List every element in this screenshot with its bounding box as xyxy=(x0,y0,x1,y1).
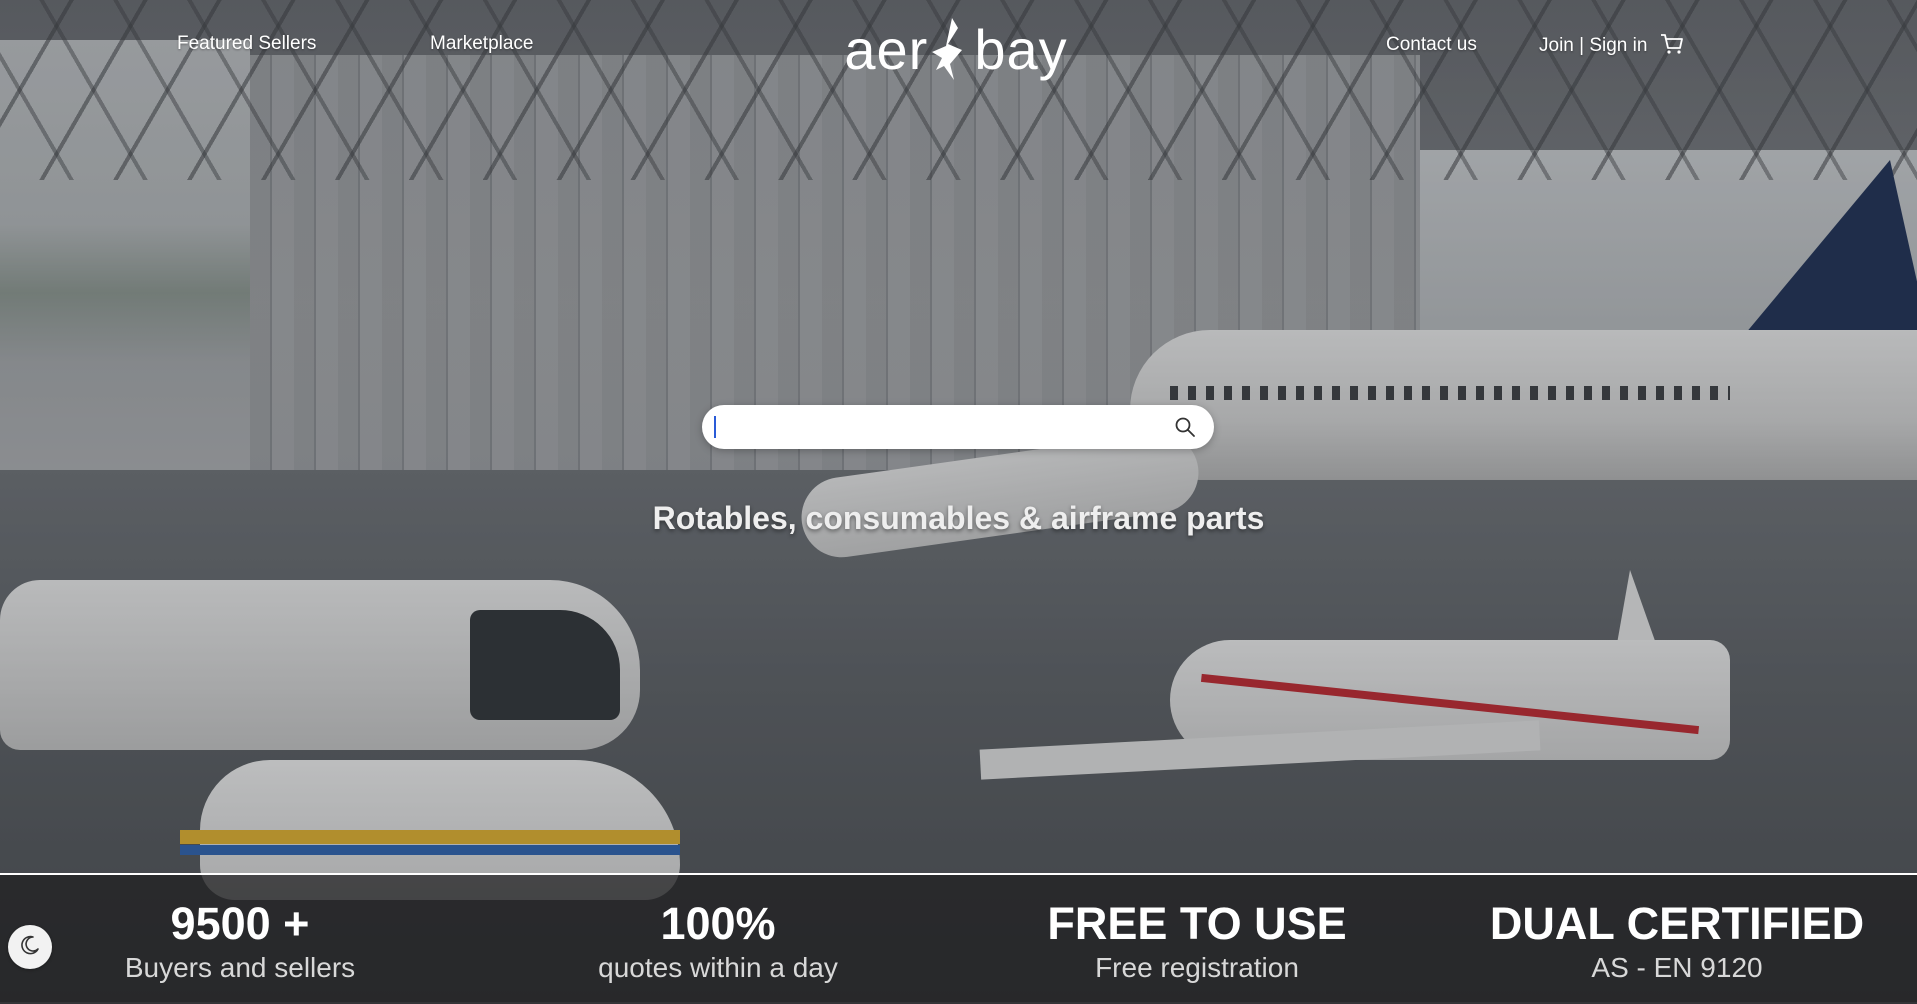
stat-value: 100% xyxy=(660,898,776,949)
stat-value: DUAL CERTIFIED xyxy=(1489,898,1865,949)
stat-label: Buyers and sellers xyxy=(124,951,356,983)
stats-bar: 9500 + Buyers and sellers 100% quotes wi… xyxy=(0,873,1917,1004)
stat-label: quotes within a day xyxy=(598,951,838,983)
logo-text-left: aer xyxy=(844,17,929,81)
search-icon[interactable] xyxy=(1174,416,1196,438)
search-input[interactable] xyxy=(710,411,1154,445)
nav-join-sign-in[interactable]: Join | Sign in xyxy=(1539,35,1647,57)
logo-plane-mark xyxy=(928,14,974,84)
stat-dual-certified: DUAL CERTIFIED AS - EN 9120 xyxy=(1437,899,1917,984)
nav-contact-us[interactable]: Contact us xyxy=(1386,34,1477,56)
nav-featured-sellers[interactable]: Featured Sellers xyxy=(177,33,316,55)
stat-value: FREE TO USE xyxy=(1047,898,1347,949)
theme-toggle-button[interactable] xyxy=(8,925,52,969)
logo-text-right: bay xyxy=(974,17,1068,81)
hero-tagline: Rotables, consumables & airframe parts xyxy=(652,500,1265,536)
stat-free-to-use: FREE TO USE Free registration xyxy=(957,899,1437,984)
cart-icon[interactable] xyxy=(1660,33,1684,55)
nav-marketplace[interactable]: Marketplace xyxy=(430,33,534,55)
text-caret xyxy=(714,416,716,438)
moon-icon xyxy=(19,934,41,961)
stat-label: AS - EN 9120 xyxy=(1591,951,1763,983)
search-bar xyxy=(702,405,1214,449)
stat-label: Free registration xyxy=(1095,951,1299,983)
stat-quotes: 100% quotes within a day xyxy=(478,899,958,984)
stat-buyers-sellers: 9500 + Buyers and sellers xyxy=(0,899,480,984)
logo[interactable]: aer bay xyxy=(844,14,1068,84)
stat-value: 9500 + xyxy=(170,898,310,949)
